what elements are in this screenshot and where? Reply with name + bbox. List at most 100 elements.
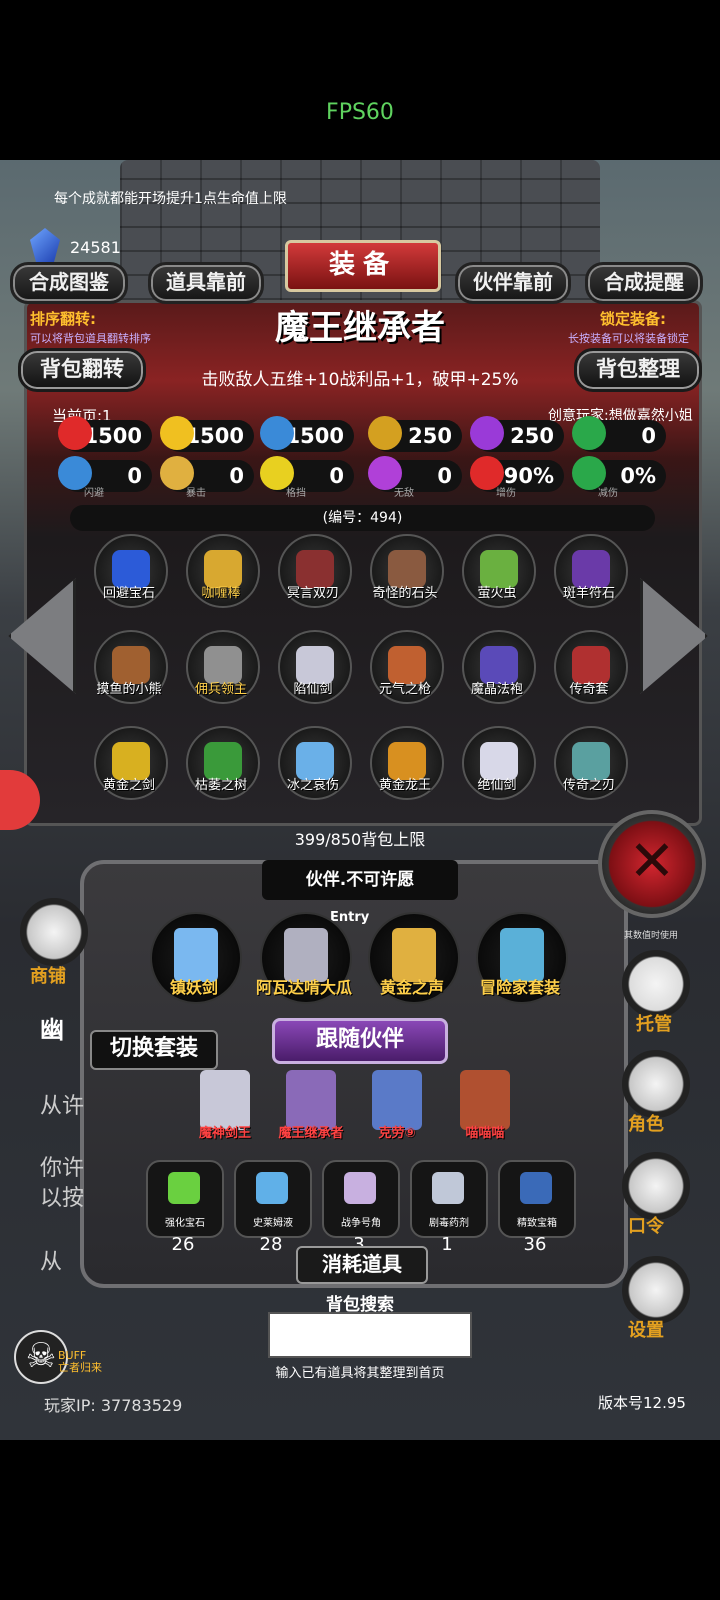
- stat-value: 1500: [285, 424, 344, 448]
- close-button[interactable]: ✕: [598, 810, 706, 918]
- consumable-art: [168, 1172, 200, 1204]
- left-text-1: 幽: [40, 1016, 64, 1044]
- partner-section-title: 伙伴.不可许愿: [262, 860, 458, 900]
- settings-label[interactable]: 设置: [628, 1316, 664, 1342]
- follower-art: [200, 1070, 250, 1130]
- stat-sublabel: 增伤: [496, 488, 516, 499]
- damage-icon: [470, 456, 504, 490]
- consumable-slot[interactable]: 强化宝石: [146, 1160, 224, 1238]
- stat-crit: 0 暴击: [160, 456, 254, 499]
- consumable-name: 剧毒药剂: [429, 1218, 469, 1229]
- consumable-slot[interactable]: 剧毒药剂: [410, 1160, 488, 1238]
- stat-value: 1500: [83, 424, 142, 448]
- lock-equip-hint: 长按装备可以将装备锁定: [568, 332, 689, 345]
- consumable-name: 强化宝石: [165, 1218, 205, 1229]
- consumable-slot[interactable]: 史莱姆液: [234, 1160, 312, 1238]
- item-label: 冥言双刃: [286, 586, 339, 601]
- consumable-count: 36: [523, 1234, 547, 1255]
- selected-item-name: 魔王继承者: [275, 308, 445, 348]
- dice-icon[interactable]: [622, 950, 690, 1018]
- switch-set-button[interactable]: 切换套装: [90, 1030, 218, 1070]
- stat-strength: 1500: [160, 416, 254, 452]
- item-label: 冰之哀伤: [286, 778, 339, 793]
- page-title: 装备: [285, 240, 441, 292]
- shop-label[interactable]: 商铺: [30, 962, 66, 988]
- item-label: 佣兵领主: [194, 682, 247, 697]
- stat-sublabel: 暴击: [186, 488, 206, 499]
- gear-icon[interactable]: [622, 1256, 690, 1324]
- stat-value: 250: [510, 424, 554, 448]
- stat-damage: 90% 增伤: [470, 456, 564, 499]
- item-label: 黄金龙王: [378, 778, 431, 793]
- stat-reduce: 0% 减伤: [572, 456, 666, 499]
- reduce-icon: [572, 456, 606, 490]
- bag-search-hint: 输入已有道具将其整理到首页: [275, 1366, 445, 1381]
- clover-icon: [572, 416, 606, 450]
- left-text-5: 从: [40, 1250, 63, 1275]
- follower-label: 喵喵喵: [465, 1126, 505, 1141]
- stat-invincible: 0 无敌: [368, 456, 462, 499]
- follower-art: [286, 1070, 336, 1130]
- dodge-icon: [58, 456, 92, 490]
- item-label: 魔晶法袍: [470, 682, 523, 697]
- stat-clover: 0: [572, 416, 666, 452]
- lightning-icon: [470, 416, 504, 450]
- consumable-art: [256, 1172, 288, 1204]
- item-label: 元气之枪: [378, 682, 431, 697]
- synthesis-reminder-button[interactable]: 合成提醒: [585, 262, 703, 304]
- password-icon[interactable]: [622, 1152, 690, 1220]
- item-label: 枯萎之树: [194, 778, 247, 793]
- shop-icon[interactable]: [20, 898, 88, 966]
- bag-sort-button[interactable]: 背包整理: [574, 348, 702, 392]
- left-text-3: 你许: [40, 1156, 85, 1181]
- lock-equip-label: 锁定装备:: [600, 310, 666, 328]
- item-label: 摸鱼的小熊: [96, 682, 162, 697]
- follower-art: [372, 1070, 422, 1130]
- password-label[interactable]: 口令: [628, 1212, 664, 1238]
- partners-first-button[interactable]: 伙伴靠前: [455, 262, 571, 304]
- character-label[interactable]: 角色: [628, 1110, 664, 1136]
- item-label: 陷仙剑: [293, 682, 333, 697]
- stat-value: 0: [437, 464, 452, 488]
- item-label: 咖喱棒: [201, 586, 241, 601]
- stat-value: 0: [329, 464, 344, 488]
- follower-art: [460, 1070, 510, 1130]
- stat-value: 250: [408, 424, 452, 448]
- consumable-art: [344, 1172, 376, 1204]
- item-label: 奇怪的石头: [372, 586, 438, 601]
- item-label: 绝仙剑: [477, 778, 517, 793]
- consumable-slot[interactable]: 战争号角: [322, 1160, 400, 1238]
- consumable-slot[interactable]: 精致宝箱: [498, 1160, 576, 1238]
- stat-armor: 1500: [260, 416, 354, 452]
- item-label: 回避宝石: [102, 586, 155, 601]
- gold-count: 24581: [70, 238, 121, 257]
- tip-text: 每个成就都能开场提升1点生命值上限: [54, 191, 287, 207]
- stat-value: 1500: [185, 424, 244, 448]
- consumable-count: 26: [171, 1234, 195, 1255]
- stat-dodge: 0 闪避: [58, 456, 152, 499]
- item-label: 斑羊符石: [562, 586, 615, 601]
- buff-text: BUFF 亡者归来: [58, 1350, 102, 1374]
- character-icon[interactable]: [622, 1050, 690, 1118]
- stat-heart: 1500: [58, 416, 152, 452]
- items-first-button[interactable]: 道具靠前: [148, 262, 264, 304]
- item-label: 黄金之剑: [102, 778, 155, 793]
- bag-flip-button[interactable]: 背包翻转: [18, 348, 146, 392]
- stat-value: 0: [127, 464, 142, 488]
- buff-desc: 亡者归来: [58, 1361, 102, 1374]
- item-label: 传奇之刃: [562, 778, 615, 793]
- strength-icon: [160, 416, 194, 450]
- bag-search-input[interactable]: [268, 1312, 472, 1358]
- consumable-art: [432, 1172, 464, 1204]
- stat-block: 0 格挡: [260, 456, 354, 499]
- armor-icon: [260, 416, 294, 450]
- auto-label[interactable]: 托管: [636, 1010, 672, 1036]
- synthesis-guide-button[interactable]: 合成图鉴: [10, 262, 128, 304]
- consumable-name: 精致宝箱: [517, 1218, 557, 1229]
- partner-label: 冒险家套装: [479, 978, 560, 997]
- item-serial: (编号：494): [70, 505, 655, 531]
- sort-flip-label: 排序翻转:: [30, 310, 96, 328]
- stat-value: 0: [641, 424, 656, 448]
- follow-partner-title: 跟随伙伴: [272, 1018, 448, 1064]
- invincible-icon: [368, 456, 402, 490]
